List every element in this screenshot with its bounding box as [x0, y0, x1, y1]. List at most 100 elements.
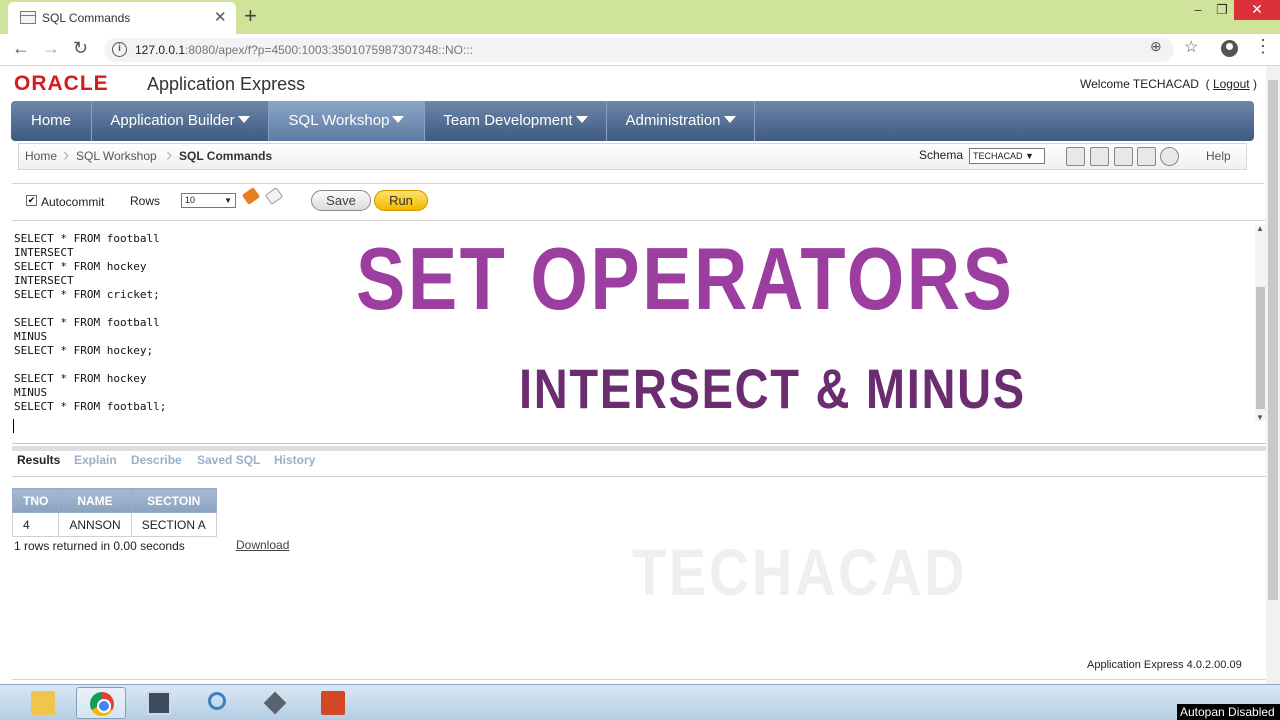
autocommit-checkbox[interactable]: ✔ [26, 195, 37, 206]
reload-icon[interactable]: ↻ [73, 38, 88, 59]
tab-history[interactable]: History [274, 453, 315, 467]
window-icon [147, 691, 171, 715]
overlay-title: SET OPERATORS [356, 229, 1015, 328]
rows-label: Rows [130, 194, 161, 208]
editor-scroll-thumb[interactable] [1256, 287, 1265, 409]
breadcrumb-sql-workshop[interactable]: SQL Workshop [76, 149, 157, 163]
overlay-subtitle: INTERSECT & MINUS [519, 357, 1026, 420]
chevron-down-icon [237, 116, 250, 123]
run-button[interactable]: Run [374, 190, 428, 211]
code-line: SELECT * FROM football [14, 232, 160, 245]
table-cell: ANNSON [58, 512, 132, 537]
page-scroll-thumb[interactable] [1268, 80, 1278, 600]
new-tab-icon[interactable]: + [244, 3, 257, 29]
code-line: MINUS [14, 386, 48, 399]
table-cell: SECTION A [130, 512, 217, 537]
bookmark-star-icon[interactable]: ☆ [1184, 37, 1198, 57]
breadcrumb-separator-icon: › [63, 145, 70, 166]
results-table: TNO NAME SECTOIN 4 ANNSON SECTION A [11, 488, 217, 537]
tab-describe[interactable]: Describe [131, 453, 182, 467]
autopan-status: Autopan Disabled [1177, 704, 1280, 720]
address-bar[interactable]: i 127.0.0.1:8080/apex/f?p=4500:1003:3501… [104, 38, 1174, 62]
version-text: Application Express 4.0.2.00.09 [1087, 659, 1242, 671]
tab-sql-workshop[interactable]: SQL Workshop [269, 101, 425, 141]
folder-icon [31, 691, 55, 715]
minimize-button[interactable]: – [1186, 2, 1210, 17]
help-link[interactable]: Help [1206, 149, 1231, 163]
eraser-icon[interactable] [264, 187, 284, 205]
taskbar-window[interactable] [134, 687, 184, 719]
chevron-down-icon [723, 116, 736, 123]
tab-title: SQL Commands [42, 11, 131, 25]
code-line: SELECT * FROM hockey [14, 260, 147, 273]
column-header: SECTOIN [130, 488, 217, 513]
taskbar-tool[interactable] [250, 687, 300, 719]
logout-link[interactable]: Logout [1213, 77, 1250, 91]
rows-returned-text: 1 rows returned in 0.00 seconds [14, 539, 185, 553]
tab-explain[interactable]: Explain [74, 453, 117, 467]
code-line: SELECT * FROM football [14, 316, 160, 329]
code-line: SELECT * FROM football; [14, 400, 167, 413]
menu-dots-icon[interactable]: ⋮ [1254, 36, 1272, 57]
tab-home[interactable]: Home [11, 101, 92, 141]
object-browser-icon[interactable] [1090, 147, 1109, 166]
welcome-text: Welcome TECHACAD ( Logout ) [1080, 77, 1257, 91]
forward-arrow-icon[interactable]: → [42, 38, 60, 59]
search-icon [208, 692, 226, 710]
utilities-icon[interactable] [1137, 147, 1156, 166]
page-icon [20, 11, 36, 24]
download-link[interactable]: Download [236, 538, 289, 552]
tab-administration[interactable]: Administration [607, 101, 755, 141]
tool-icon [263, 691, 287, 715]
close-tab-icon[interactable]: ✕ [214, 8, 227, 26]
sql-toolbar: ✔ Autocommit Rows 10 ▼ Save Run [12, 183, 1264, 219]
taskbar-folder[interactable] [18, 687, 68, 719]
table-cell: 4 [11, 512, 60, 537]
browser-tab[interactable]: SQL Commands ✕ [8, 2, 236, 34]
tab-application-builder[interactable]: Application Builder [92, 101, 269, 141]
info-icon[interactable]: i [112, 42, 127, 57]
save-button[interactable]: Save [311, 190, 371, 211]
powerpoint-icon [321, 691, 345, 715]
column-header: NAME [58, 488, 132, 513]
scroll-down-icon[interactable]: ▼ [1256, 413, 1264, 422]
account-icon[interactable] [1221, 40, 1238, 57]
url-text: 127.0.0.1:8080/apex/f?p=4500:1003:350107… [135, 43, 473, 57]
zoom-icon[interactable]: ⊕ [1150, 38, 1162, 55]
taskbar-powerpoint[interactable] [308, 687, 358, 719]
app-name: Application Express [147, 74, 306, 94]
tab-results[interactable]: Results [17, 453, 60, 467]
breadcrumb-separator-icon: › [166, 145, 173, 166]
tab-saved-sql[interactable]: Saved SQL [197, 453, 260, 467]
oracle-logo: ORACLE [14, 72, 109, 95]
taskbar-chrome[interactable] [76, 687, 126, 719]
code-line: INTERSECT [14, 246, 74, 259]
divider [12, 476, 1266, 477]
maximize-button[interactable]: ❐ [1210, 2, 1234, 18]
table-header-row: TNO NAME SECTOIN [11, 488, 217, 513]
back-arrow-icon[interactable]: ← [12, 38, 30, 59]
autocommit-label: Autocommit [41, 195, 105, 209]
browser-toolbar: ← → ↻ i 127.0.0.1:8080/apex/f?p=4500:100… [0, 34, 1280, 66]
taskbar-search[interactable] [192, 687, 242, 719]
clear-icon[interactable] [241, 187, 261, 205]
tab-team-development[interactable]: Team Development [425, 101, 607, 141]
schema-select[interactable]: TECHACAD ▼ [969, 148, 1045, 164]
table-row: 4 ANNSON SECTION A [11, 512, 217, 537]
breadcrumb-home[interactable]: Home [25, 149, 57, 163]
chevron-down-icon [392, 116, 405, 123]
chevron-down-icon [575, 116, 588, 123]
sql-scripts-icon[interactable] [1114, 147, 1133, 166]
rows-select[interactable]: 10 ▼ [181, 193, 236, 208]
close-window-button[interactable]: ✕ [1234, 0, 1280, 20]
code-line: MINUS [14, 330, 48, 343]
gear-icon[interactable] [1160, 147, 1179, 166]
code-line: SELECT * FROM hockey [14, 372, 147, 385]
breadcrumb: Home › SQL Workshop › SQL Commands Schem… [18, 143, 1247, 170]
text-cursor [13, 419, 14, 433]
pane-splitter[interactable] [12, 446, 1266, 451]
query-builder-icon[interactable] [1066, 147, 1085, 166]
scroll-up-icon[interactable]: ▲ [1256, 224, 1264, 233]
code-line: SELECT * FROM cricket; [14, 288, 160, 301]
breadcrumb-sql-commands: SQL Commands [179, 149, 273, 163]
